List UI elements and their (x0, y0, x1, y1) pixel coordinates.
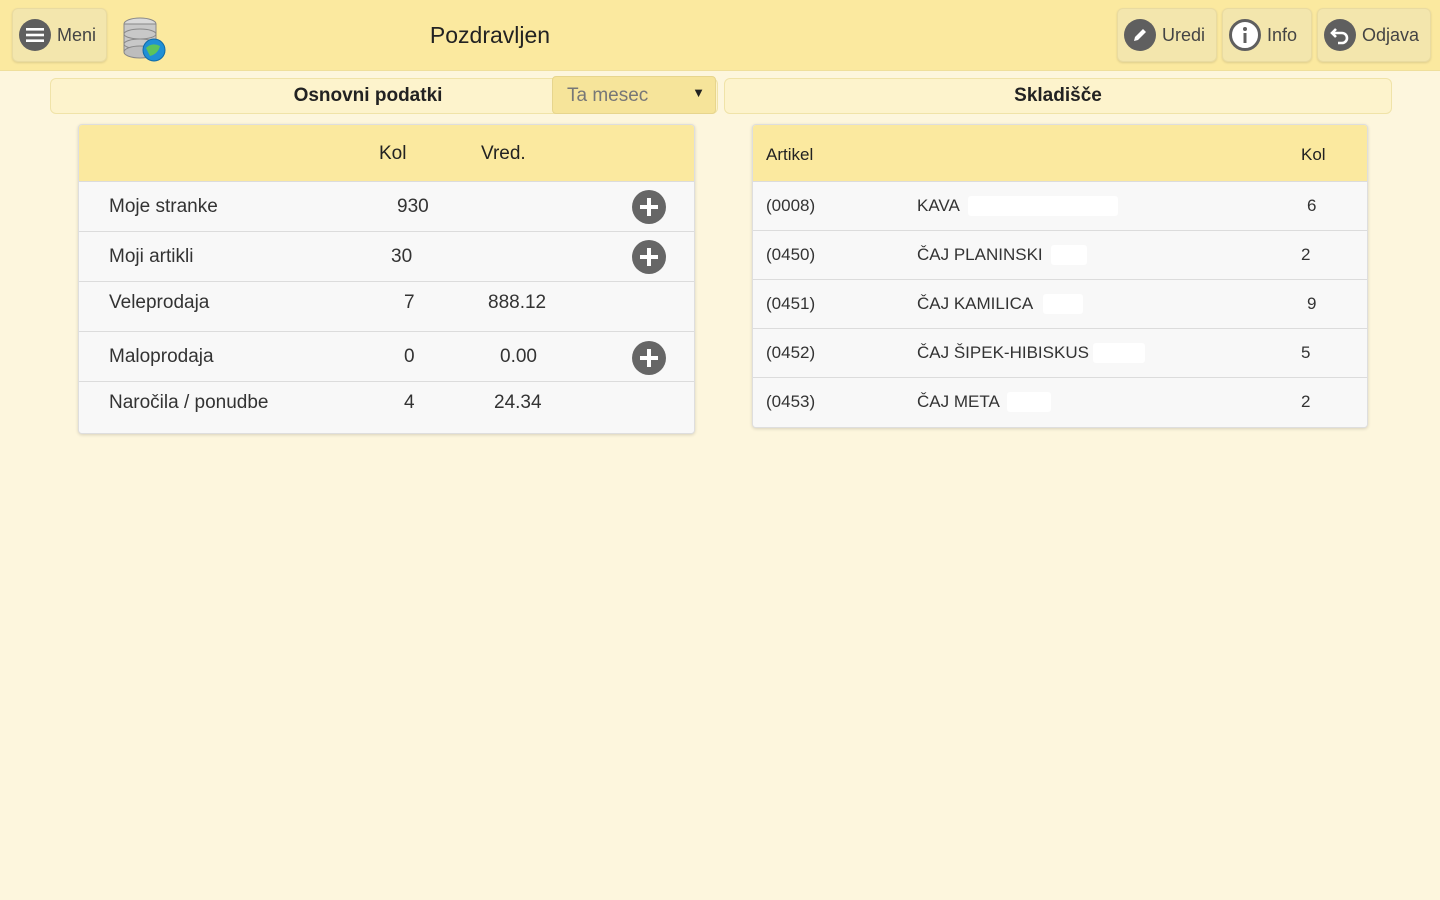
pencil-icon (1124, 19, 1156, 51)
item-qty: 2 (1301, 245, 1311, 264)
dropdown-caret-icon: ▼ (692, 85, 705, 100)
row-qty: 30 (391, 246, 413, 267)
table-row[interactable]: (0453) ČAJ META 2 (753, 377, 1367, 427)
info-button-label: Info (1267, 24, 1298, 45)
row-label: Moje stranke (109, 196, 218, 217)
item-code: (0008) (766, 196, 816, 215)
inventory-header: Skladišče (724, 78, 1392, 114)
item-code: (0450) (766, 245, 816, 264)
row-label: Moji artikli (109, 246, 194, 267)
page-title: Pozdravljen (429, 22, 551, 48)
row-qty: 7 (404, 292, 415, 313)
info-button[interactable]: Info (1222, 8, 1312, 62)
item-detail-blank (1007, 392, 1051, 412)
row-value: 0.00 (500, 346, 537, 367)
table-row: Veleprodaja 7 888.12 (79, 281, 694, 332)
edit-button-label: Uredi (1162, 24, 1206, 45)
database-logo-icon (120, 14, 170, 64)
basic-data-table: Kol Vred. Moje stranke 930 Moji artikli … (78, 124, 695, 434)
row-qty: 0 (404, 346, 415, 367)
table-row: Maloprodaja 0 0.00 (79, 331, 694, 382)
add-article-button[interactable] (632, 240, 666, 274)
inventory-title: Skladišče (1014, 85, 1102, 106)
undo-arrow-icon (1324, 19, 1356, 51)
item-name: ČAJ META (917, 392, 1000, 411)
row-value: 888.12 (488, 292, 547, 313)
item-detail-blank (1093, 343, 1145, 363)
add-retail-button[interactable] (632, 341, 666, 375)
table-row[interactable]: (0451) ČAJ KAMILICA 9 (753, 279, 1367, 329)
item-name: ČAJ ŠIPEK-HIBISKUS (917, 343, 1089, 362)
item-name: ČAJ KAMILICA (917, 294, 1034, 313)
item-qty: 6 (1307, 196, 1317, 215)
logout-button[interactable]: Odjava (1317, 8, 1431, 62)
logout-button-label: Odjava (1362, 24, 1420, 45)
item-detail-blank (1043, 294, 1083, 314)
period-select-value: Ta mesec (567, 85, 649, 106)
item-name: KAVA (917, 196, 960, 215)
item-qty: 2 (1301, 392, 1311, 411)
item-qty: 5 (1301, 343, 1311, 362)
row-qty: 930 (397, 196, 429, 217)
value-column-header: Vred. (481, 143, 526, 164)
hamburger-menu-icon (19, 19, 51, 51)
item-code: (0453) (766, 392, 816, 411)
row-value: 24.34 (494, 392, 542, 413)
item-detail-blank (968, 196, 1118, 216)
period-select[interactable]: Ta mesec ▼ (552, 76, 716, 114)
qty-column-header: Kol (379, 143, 407, 164)
item-code: (0451) (766, 294, 816, 313)
item-name: ČAJ PLANINSKI (917, 245, 1043, 264)
menu-button[interactable]: Meni (12, 8, 107, 62)
table-row[interactable]: (0008) KAVA 6 (753, 181, 1367, 231)
item-detail-blank (1051, 245, 1087, 265)
item-column-header: Artikel (766, 145, 814, 164)
table-row[interactable]: (0450) ČAJ PLANINSKI 2 (753, 230, 1367, 280)
table-row[interactable]: (0452) ČAJ ŠIPEK-HIBISKUS 5 (753, 328, 1367, 378)
table-row: Naročila / ponudbe 4 24.34 (79, 381, 694, 433)
table-row: Moji artikli 30 (79, 231, 694, 282)
item-qty: 9 (1307, 294, 1317, 313)
row-label: Maloprodaja (109, 346, 214, 367)
info-icon (1229, 19, 1261, 51)
basic-data-title: Osnovni podatki (293, 85, 443, 106)
top-bar: Meni Pozdravljen Uredi Info Odjava (0, 0, 1440, 71)
inv-qty-column-header: Kol (1301, 145, 1326, 164)
menu-button-label: Meni (57, 24, 97, 45)
row-label: Veleprodaja (109, 292, 210, 313)
inventory-table: Artikel Kol (0008) KAVA 6 (0450) ČAJ PLA… (752, 124, 1368, 428)
add-customer-button[interactable] (632, 190, 666, 224)
inventory-table-header: Artikel Kol (753, 125, 1367, 182)
item-code: (0452) (766, 343, 816, 362)
table-row: Moje stranke 930 (79, 181, 694, 232)
row-label: Naročila / ponudbe (109, 392, 269, 413)
edit-button[interactable]: Uredi (1117, 8, 1217, 62)
row-qty: 4 (404, 392, 415, 413)
basic-data-table-header: Kol Vred. (79, 125, 694, 182)
